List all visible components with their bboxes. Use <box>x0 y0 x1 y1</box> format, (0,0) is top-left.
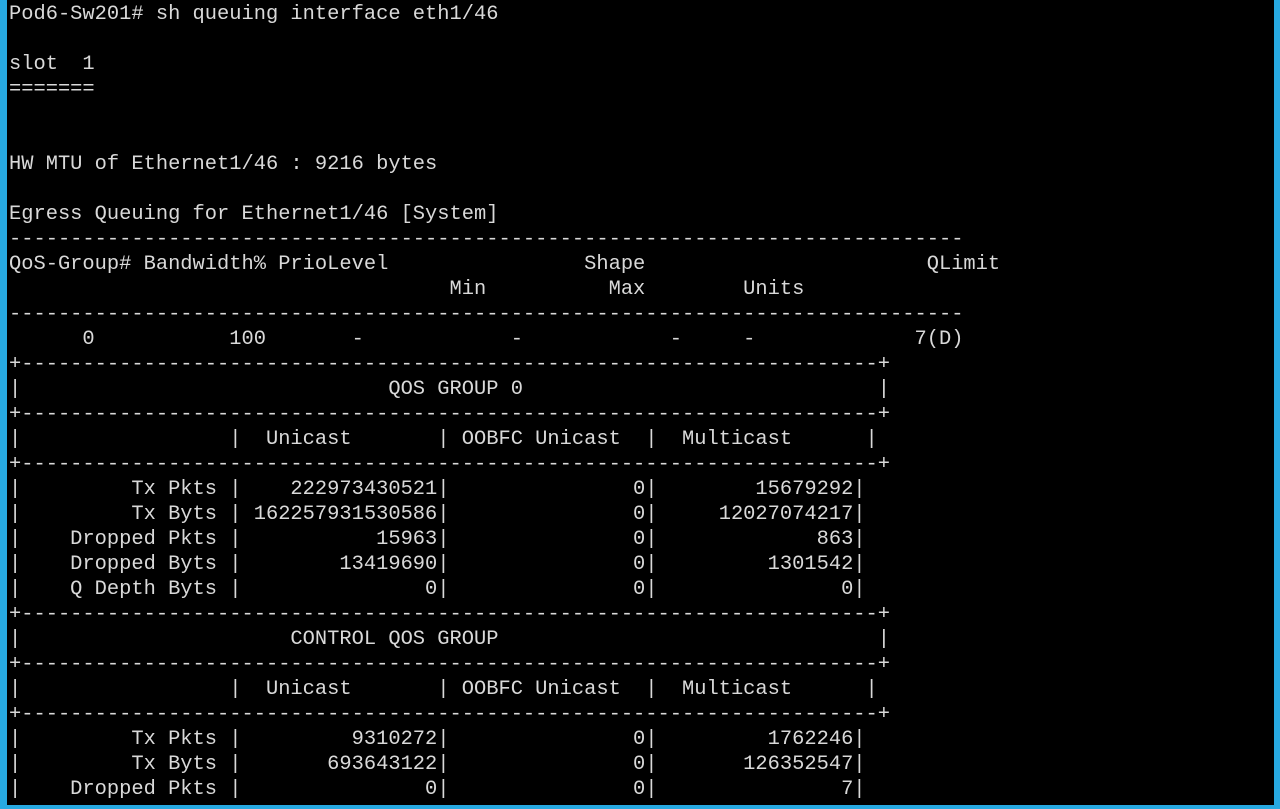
terminal-line: 0 100 - - - - 7(D) <box>9 328 964 351</box>
terminal-line: ----------------------------------------… <box>9 228 964 251</box>
terminal-line: HW MTU of Ethernet1/46 : 9216 bytes <box>9 153 438 176</box>
terminal-line: | Tx Byts | 162257931530586| 0| 12027074… <box>9 503 866 526</box>
terminal-line: Egress Queuing for Ethernet1/46 [System] <box>9 203 499 226</box>
terminal-line: | Dropped Pkts | 0| 0| 7| <box>9 778 866 801</box>
terminal-line: +---------------------------------------… <box>9 453 891 476</box>
terminal-line: QoS-Group# Bandwidth% PrioLevel Shape QL… <box>9 253 1001 276</box>
command-prompt-line: Pod6-Sw201# sh queuing interface eth1/46 <box>9 3 499 26</box>
terminal-line: ======= <box>9 78 95 101</box>
terminal-line: slot 1 <box>9 53 95 76</box>
terminal-line: Min Max Units <box>9 278 805 301</box>
terminal-output[interactable]: Pod6-Sw201# sh queuing interface eth1/46… <box>9 2 1000 802</box>
terminal-line: | Dropped Pkts | 15963| 0| 863| <box>9 528 866 551</box>
terminal-line: | Tx Byts | 693643122| 0| 126352547| <box>9 753 866 776</box>
terminal-line: | Tx Pkts | 222973430521| 0| 15679292| <box>9 478 866 501</box>
terminal-line: | QOS GROUP 0 | <box>9 378 891 401</box>
terminal-line: +---------------------------------------… <box>9 703 891 726</box>
terminal-line: +---------------------------------------… <box>9 653 891 676</box>
terminal-line: | Tx Pkts | 9310272| 0| 1762246| <box>9 728 866 751</box>
terminal-line: | Q Depth Byts | 0| 0| 0| <box>9 578 866 601</box>
terminal-line: +---------------------------------------… <box>9 603 891 626</box>
terminal-line: | CONTROL QOS GROUP | <box>9 628 891 651</box>
terminal-window[interactable]: Pod6-Sw201# sh queuing interface eth1/46… <box>0 0 1280 809</box>
terminal-line: | Dropped Byts | 13419690| 0| 1301542| <box>9 553 866 576</box>
terminal-line: +---------------------------------------… <box>9 403 891 426</box>
terminal-line: | | Unicast | OOBFC Unicast | Multicast … <box>9 678 878 701</box>
terminal-line: | | Unicast | OOBFC Unicast | Multicast … <box>9 428 878 451</box>
terminal-line: +---------------------------------------… <box>9 353 891 376</box>
terminal-line: ----------------------------------------… <box>9 303 964 326</box>
